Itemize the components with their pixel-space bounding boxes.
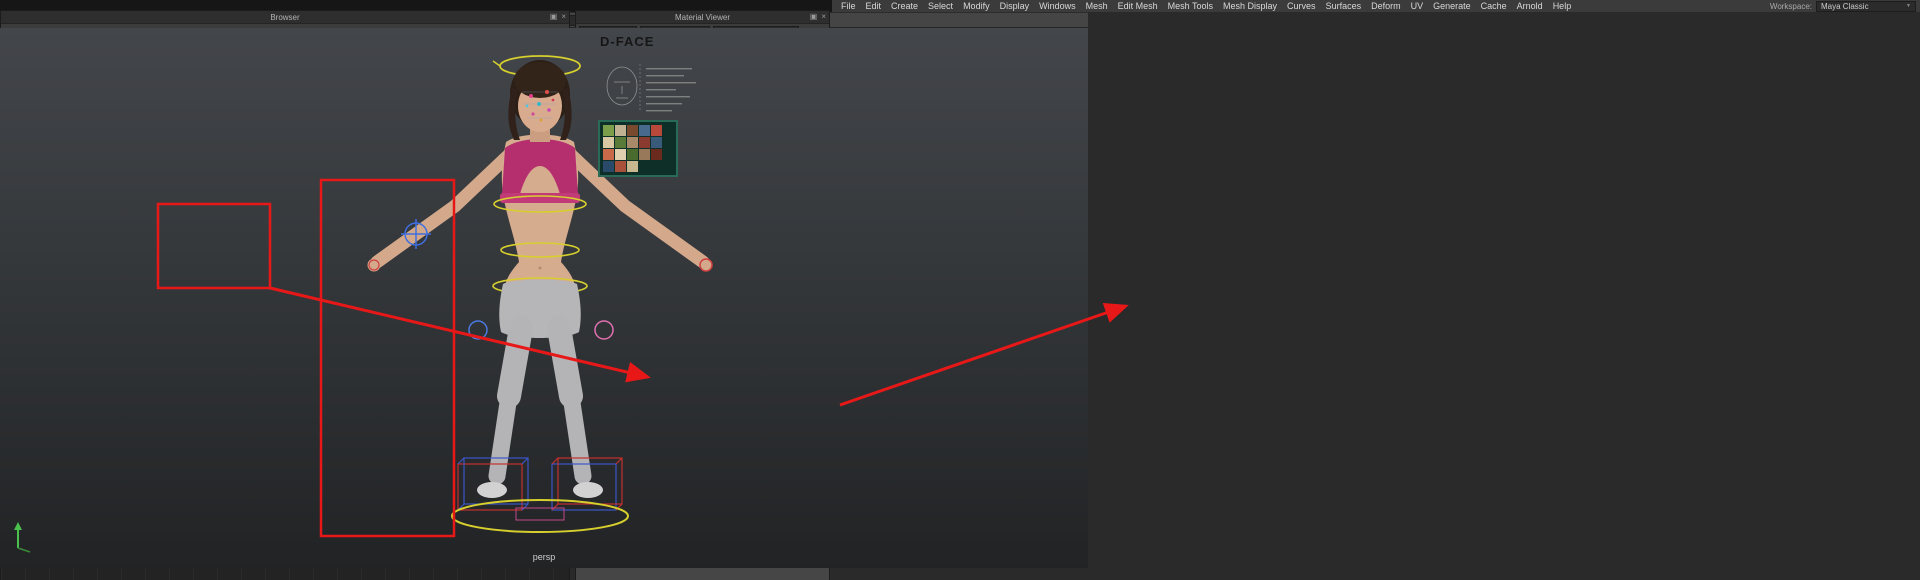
menu-item-modify[interactable]: Modify: [958, 1, 995, 11]
dock-icon[interactable]: ▣: [810, 12, 818, 22]
menu-item-surfaces[interactable]: Surfaces: [1321, 1, 1367, 11]
workspace-area: Workspace: Maya Classic: [1770, 0, 1916, 12]
palette-swatch: [627, 137, 638, 148]
menu-item-mesh-display[interactable]: Mesh Display: [1218, 1, 1282, 11]
palette-swatch: [615, 137, 626, 148]
menubar-items: File Edit Create Select Modify Display Windows…: [836, 0, 1576, 12]
palette-swatch: [651, 137, 662, 148]
close-icon[interactable]: ×: [821, 12, 826, 22]
palette-swatch: [651, 149, 662, 160]
menu-item-uv[interactable]: UV: [1406, 1, 1429, 11]
workspace-label: Workspace:: [1769, 1, 1812, 11]
viewport-canvas[interactable]: D-FACE persp: [0, 28, 1088, 568]
workspace-select[interactable]: Maya Classic: [1816, 0, 1916, 12]
palette-swatch: [639, 125, 650, 136]
menu-item-cache[interactable]: Cache: [1476, 1, 1512, 11]
axis-indicator: [14, 522, 31, 553]
menu-item-edit[interactable]: Edit: [861, 1, 887, 11]
menu-item-mesh[interactable]: Mesh: [1081, 1, 1113, 11]
dface-title: D-FACE: [600, 34, 655, 49]
camera-label: persp: [532, 552, 556, 562]
menu-item-file[interactable]: File: [836, 1, 861, 11]
dface-sketch: [606, 64, 696, 112]
viewport-panel: ViewShadingLightingShowRendererPanels ≡#…: [0, 0, 1088, 568]
menu-item-deform[interactable]: Deform: [1366, 1, 1406, 11]
palette-swatch: [603, 125, 614, 136]
palette-swatch: [627, 149, 638, 160]
menu-item-help[interactable]: Help: [1548, 1, 1577, 11]
palette-swatch: [627, 125, 638, 136]
palette-swatch: [639, 137, 650, 148]
palette-swatch: [627, 161, 638, 172]
palette-swatch: [615, 125, 626, 136]
palette-swatch: [603, 161, 614, 172]
dock-icon[interactable]: ▣: [550, 12, 558, 22]
close-icon[interactable]: ×: [561, 12, 566, 22]
menu-item-windows[interactable]: Windows: [1034, 1, 1081, 11]
character-illustration: [14, 55, 713, 553]
menu-item-arnold[interactable]: Arnold: [1512, 1, 1548, 11]
palette-swatch: [603, 137, 614, 148]
palette-swatch: [603, 149, 614, 160]
palette-swatch: [639, 149, 650, 160]
palette-swatch: [615, 149, 626, 160]
menu-item-mesh-tools[interactable]: Mesh Tools: [1163, 1, 1218, 11]
hypershade-titlebar[interactable]: Browser ▣ ×: [1, 11, 569, 24]
menu-item-select[interactable]: Select: [923, 1, 958, 11]
material-viewer-titlebar[interactable]: Material Viewer ▣ ×: [576, 11, 829, 24]
maya-application: File Edit Create Select Modify Display Windows…: [0, 0, 1920, 580]
menu-item-curves[interactable]: Curves: [1282, 1, 1321, 11]
material-viewer-title: Material Viewer: [675, 12, 730, 22]
menu-item-display[interactable]: Display: [995, 1, 1035, 11]
palette-swatch: [615, 161, 626, 172]
workspace-value: Maya Classic: [1821, 1, 1869, 11]
palette-swatch: [651, 125, 662, 136]
menu-item-generate[interactable]: Generate: [1428, 1, 1476, 11]
hypershade-title: Browser: [270, 12, 300, 22]
menu-item-create[interactable]: Create: [886, 1, 923, 11]
dface-palette: [598, 120, 678, 177]
menu-item-edit-mesh[interactable]: Edit Mesh: [1113, 1, 1163, 11]
